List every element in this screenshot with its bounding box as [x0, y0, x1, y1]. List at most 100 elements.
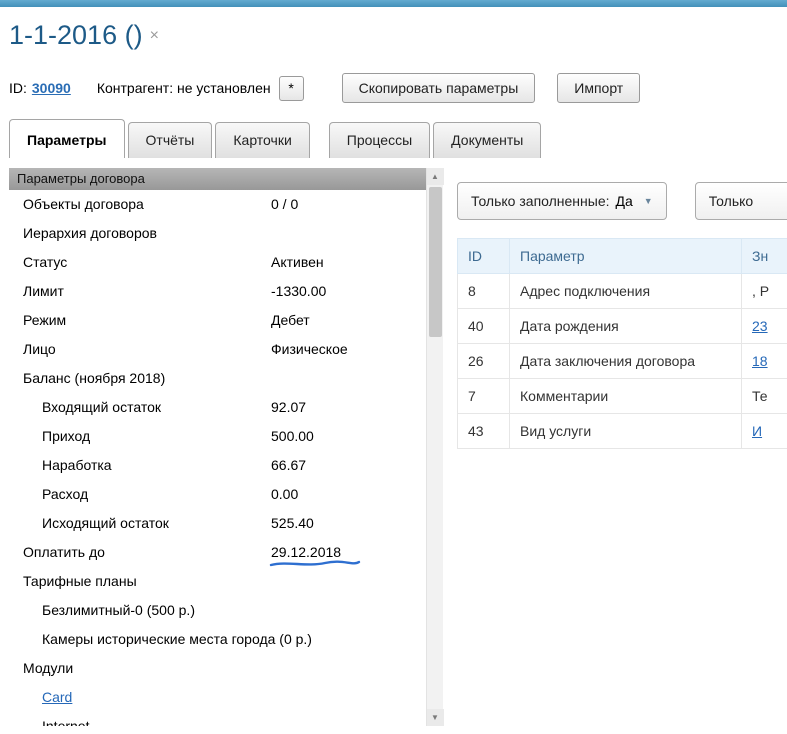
contragent-select-button[interactable]: *: [279, 76, 304, 101]
param-row[interactable]: Иерархия договоров: [9, 219, 426, 248]
table-row[interactable]: 7 Комментарии Те: [458, 379, 787, 414]
filter-filled-label: Только заполненные:: [471, 193, 610, 209]
cell-param: Комментарии: [510, 379, 742, 414]
cell-id: 7: [458, 379, 510, 414]
panel-header: Параметры договора: [9, 168, 426, 190]
table-row[interactable]: 26 Дата заключения договора 18: [458, 344, 787, 379]
top-accent-bar: [0, 0, 787, 7]
cell-param: Адрес подключения: [510, 274, 742, 309]
tab-bar: Параметры Отчёты Карточки Процессы Докум…: [9, 119, 787, 158]
table-row[interactable]: 40 Дата рождения 23: [458, 309, 787, 344]
param-row[interactable]: Internet: [9, 712, 426, 726]
cell-value: , Р: [742, 274, 787, 309]
tab-kartochki[interactable]: Карточки: [215, 122, 309, 158]
param-row[interactable]: Объекты договора 0 / 0: [9, 190, 426, 219]
param-row[interactable]: Лицо Физическое: [9, 335, 426, 364]
contragent-label: Контрагент: не установлен: [97, 80, 271, 96]
table-header-row: ID Параметр Зн: [458, 239, 787, 274]
param-row[interactable]: Исходящий остаток 525.40: [9, 509, 426, 538]
params-table: ID Параметр Зн 8 Адрес подключения , Р 4…: [457, 238, 787, 449]
page-title: 1-1-2016 (): [9, 20, 143, 51]
param-label: Расход: [9, 480, 88, 509]
param-row[interactable]: Камеры исторические места города (0 р.): [9, 625, 426, 654]
param-value: 525.40: [271, 509, 314, 538]
section-label: Модули: [9, 654, 73, 683]
param-label: Статус: [9, 248, 67, 277]
param-value: Дебет: [271, 306, 310, 335]
id-label: ID:: [9, 80, 27, 96]
scrollbar-thumb[interactable]: [429, 187, 442, 337]
param-value: 29.12.2018: [271, 538, 341, 567]
param-section-tariffs[interactable]: Тарифные планы: [9, 567, 426, 596]
param-row-pay-until[interactable]: Оплатить до 29.12.2018: [9, 538, 426, 567]
param-row[interactable]: Расход 0.00: [9, 480, 426, 509]
filters-row: Только заполненные: Да ▼ Только: [457, 182, 787, 220]
param-label: Оплатить до: [9, 538, 105, 567]
param-row[interactable]: Лимит -1330.00: [9, 277, 426, 306]
cell-id: 26: [458, 344, 510, 379]
cell-value-link[interactable]: 18: [752, 353, 768, 369]
param-row[interactable]: Входящий остаток 92.07: [9, 393, 426, 422]
cell-value-link[interactable]: И: [752, 423, 762, 439]
tab-parametry[interactable]: Параметры: [9, 119, 125, 158]
cell-id: 8: [458, 274, 510, 309]
param-row[interactable]: Статус Активен: [9, 248, 426, 277]
filter-second-label: Только: [709, 193, 753, 209]
param-section-balance[interactable]: Баланс (ноября 2018): [9, 364, 426, 393]
cell-param: Вид услуги: [510, 414, 742, 449]
cell-value-link[interactable]: 23: [752, 318, 768, 334]
column-header-id[interactable]: ID: [458, 239, 510, 274]
param-label: Входящий остаток: [9, 393, 161, 422]
table-row[interactable]: 43 Вид услуги И: [458, 414, 787, 449]
scroll-down-icon[interactable]: ▼: [427, 709, 444, 726]
param-label: Наработка: [9, 451, 112, 480]
param-label: Исходящий остаток: [9, 509, 169, 538]
title-row: 1-1-2016 () ×: [0, 7, 787, 51]
tab-processy[interactable]: Процессы: [329, 122, 430, 158]
param-row[interactable]: Наработка 66.67: [9, 451, 426, 480]
filter-filled-dropdown[interactable]: Только заполненные: Да ▼: [457, 182, 667, 220]
param-value: Физическое: [271, 335, 348, 364]
left-panel-scrollbar[interactable]: ▲ ▼: [426, 168, 443, 726]
param-value: 66.67: [271, 451, 306, 480]
param-label: Приход: [9, 422, 90, 451]
scroll-up-icon[interactable]: ▲: [427, 168, 444, 185]
contract-header-row: ID: 30090 Контрагент: не установлен * Ск…: [9, 73, 787, 103]
table-row[interactable]: 8 Адрес подключения , Р: [458, 274, 787, 309]
cell-param: Дата заключения договора: [510, 344, 742, 379]
param-section-modules[interactable]: Модули: [9, 654, 426, 683]
tab-dokumenty[interactable]: Документы: [433, 122, 541, 158]
param-row[interactable]: Приход 500.00: [9, 422, 426, 451]
param-value: -1330.00: [271, 277, 326, 306]
section-label: Баланс (ноября 2018): [9, 364, 165, 393]
contract-id-link[interactable]: 30090: [32, 80, 71, 96]
filter-second-dropdown[interactable]: Только: [695, 182, 787, 220]
cell-value: Те: [742, 379, 787, 414]
column-header-param[interactable]: Параметр: [510, 239, 742, 274]
param-value: Активен: [271, 248, 324, 277]
param-row[interactable]: Card: [9, 683, 426, 712]
contract-params-panel: Параметры договора Объекты договора 0 / …: [9, 168, 426, 726]
tariff-item-label: Камеры исторические места города (0 р.): [9, 625, 312, 654]
param-value: 0.00: [271, 480, 298, 509]
cell-id: 40: [458, 309, 510, 344]
param-row[interactable]: Режим Дебет: [9, 306, 426, 335]
param-value: 92.07: [271, 393, 306, 422]
card-module-link[interactable]: Card: [9, 683, 72, 712]
contract-params-table-panel: Только заполненные: Да ▼ Только ID Парам…: [443, 168, 787, 726]
param-label: Объекты договора: [9, 190, 144, 219]
internet-module-label: Internet: [9, 712, 89, 726]
param-row[interactable]: Безлимитный-0 (500 р.): [9, 596, 426, 625]
chevron-down-icon: ▼: [644, 196, 653, 206]
param-label: Режим: [9, 306, 66, 335]
param-value: 0 / 0: [271, 190, 298, 219]
cell-param: Дата рождения: [510, 309, 742, 344]
column-header-value[interactable]: Зн: [742, 239, 787, 274]
tab-otchety[interactable]: Отчёты: [128, 122, 213, 158]
copy-params-button[interactable]: Скопировать параметры: [342, 73, 536, 103]
content-area: Параметры договора Объекты договора 0 / …: [0, 168, 787, 726]
close-icon[interactable]: ×: [150, 27, 159, 45]
cell-id: 43: [458, 414, 510, 449]
import-button[interactable]: Импорт: [557, 73, 640, 103]
param-value: 500.00: [271, 422, 314, 451]
